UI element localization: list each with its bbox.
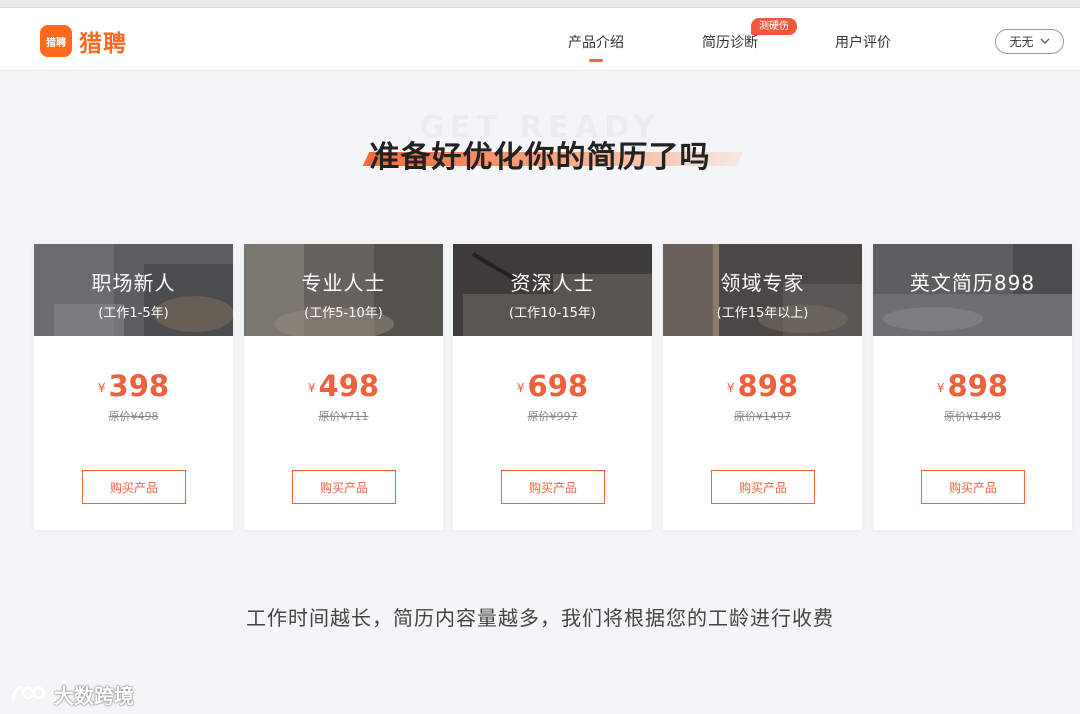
- watermark-text: 大数跨境: [54, 684, 134, 708]
- original-price: 原价¥997: [527, 410, 578, 423]
- product-card: 英文简历898 ¥898 原价¥1498 购买产品: [873, 244, 1072, 530]
- price-amount: 398: [108, 369, 170, 403]
- card-experience: (工作10-15年): [509, 306, 596, 321]
- card-header: 领域专家 (工作15年以上): [663, 244, 862, 336]
- card-price: ¥898: [663, 369, 862, 403]
- product-card: 资深人士 (工作10-15年) ¥698 原价¥997 购买产品: [453, 244, 652, 530]
- product-card: 领域专家 (工作15年以上) ¥898 原价¥1497 购买产品: [663, 244, 862, 530]
- card-title: 专业人士: [301, 271, 386, 295]
- price-amount: 898: [947, 369, 1009, 403]
- original-price: 原价¥498: [108, 410, 159, 423]
- buy-product-button[interactable]: 购买产品: [921, 470, 1025, 504]
- price-amount: 698: [527, 369, 589, 403]
- card-price: ¥398: [34, 369, 233, 403]
- chevron-down-icon: [1040, 36, 1050, 47]
- card-experience: (工作15年以上): [716, 306, 809, 321]
- product-card: 专业人士 (工作5-10年) ¥498 原价¥711 购买产品: [244, 244, 443, 530]
- card-title: 英文简历898: [909, 271, 1036, 295]
- original-price: 原价¥711: [318, 410, 369, 423]
- section-title: 准备好优化你的简历了吗: [369, 140, 711, 175]
- watermark: 大数跨境: [10, 680, 134, 709]
- user-menu-button[interactable]: 无无: [995, 29, 1064, 54]
- card-price: ¥498: [244, 369, 443, 403]
- card-header: 职场新人 (工作1-5年): [34, 244, 233, 336]
- card-price: ¥898: [873, 369, 1072, 403]
- buy-product-button[interactable]: 购买产品: [292, 470, 396, 504]
- buy-product-button[interactable]: 购买产品: [501, 470, 605, 504]
- nav-badge-new: 测硬伤: [751, 18, 797, 35]
- original-price: 原价¥1497: [734, 410, 791, 423]
- site-header: 猎聘 猎聘 产品介绍 简历诊断 测硬伤 用户评价 无无: [0, 8, 1080, 71]
- card-header: 英文简历898: [873, 244, 1072, 336]
- original-price: 原价¥1498: [944, 410, 1001, 423]
- product-card: 职场新人 (工作1-5年) ¥398 原价¥498 购买产品: [34, 244, 233, 530]
- card-price: ¥698: [453, 369, 652, 403]
- card-header: 资深人士 (工作10-15年): [453, 244, 652, 336]
- buy-product-button[interactable]: 购买产品: [711, 470, 815, 504]
- watermark-logo-icon: [11, 685, 46, 703]
- currency-symbol: ¥: [726, 381, 735, 395]
- logo-wordmark: 猎聘: [79, 31, 127, 57]
- card-title: 职场新人: [91, 271, 176, 295]
- currency-symbol: ¥: [307, 381, 316, 395]
- currency-symbol: ¥: [516, 381, 525, 395]
- logo-icon: 猎聘: [40, 25, 72, 57]
- browser-top-strip: [0, 0, 1080, 8]
- nav-product-intro[interactable]: 产品介绍: [568, 32, 624, 62]
- nav-resume-diagnosis[interactable]: 简历诊断: [702, 32, 758, 52]
- price-amount: 498: [318, 369, 380, 403]
- card-experience: (工作5-10年): [304, 306, 383, 321]
- pricing-footnote: 工作时间越长，简历内容量越多，我们将根据您的工龄进行收费: [246, 606, 834, 630]
- site-logo[interactable]: 猎聘 猎聘: [40, 24, 127, 58]
- buy-product-button[interactable]: 购买产品: [82, 470, 186, 504]
- card-title: 资深人士: [510, 271, 595, 295]
- card-header: 专业人士 (工作5-10年): [244, 244, 443, 336]
- card-experience: (工作1-5年): [98, 306, 169, 321]
- nav-user-reviews[interactable]: 用户评价: [835, 32, 891, 52]
- card-title: 领域专家: [720, 271, 805, 295]
- currency-symbol: ¥: [936, 381, 945, 395]
- user-name: 无无: [1009, 35, 1034, 49]
- currency-symbol: ¥: [97, 381, 106, 395]
- price-amount: 898: [737, 369, 799, 403]
